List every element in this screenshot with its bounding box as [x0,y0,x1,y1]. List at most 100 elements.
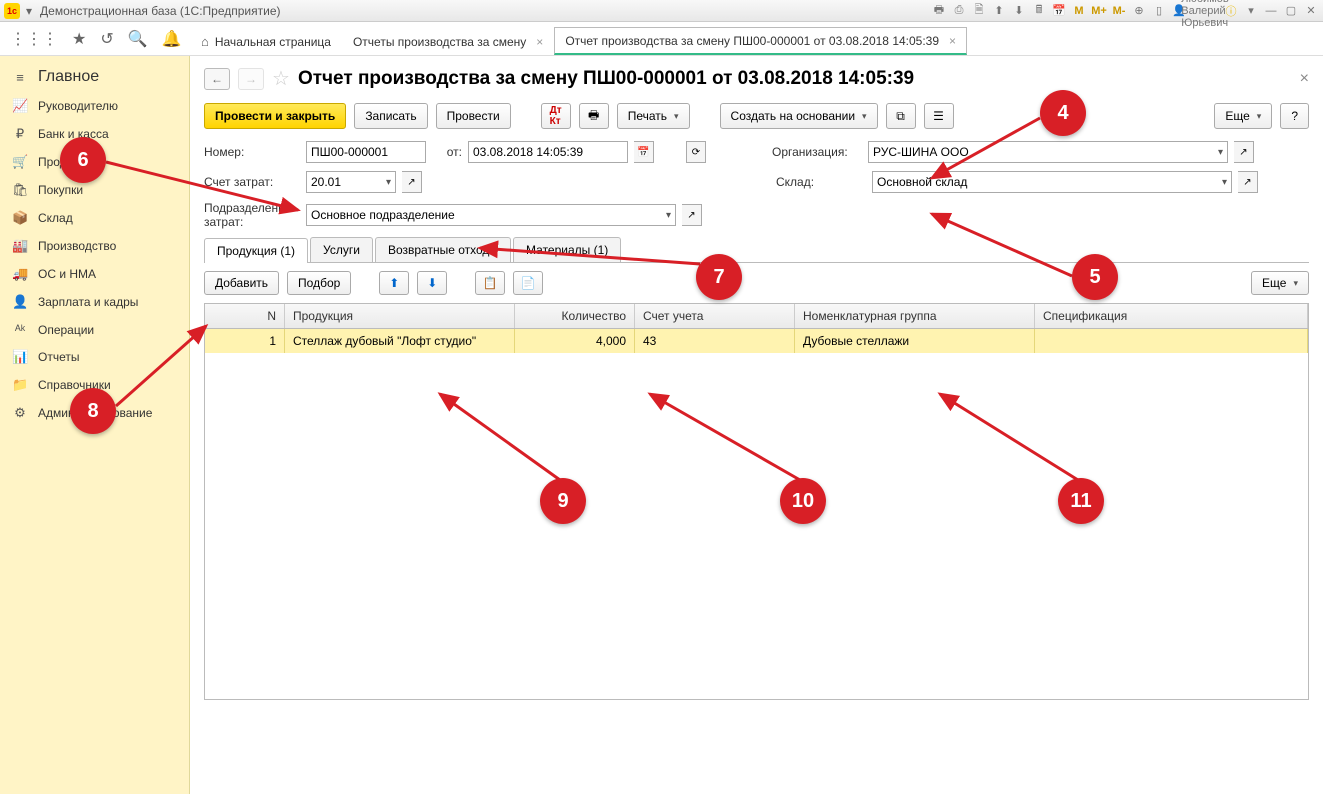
print-button[interactable]: Печать▾ [617,103,690,129]
sub-more-button[interactable]: Еще▾ [1251,271,1309,295]
annotation-4: 4 [1040,90,1086,136]
tab-products[interactable]: Продукция (1) [204,238,308,263]
print2-icon[interactable]: ⎙ [951,3,967,19]
add-button[interactable]: Добавить [204,271,279,295]
search-icon[interactable]: 🔍 [128,29,148,49]
tab-materials[interactable]: Материалы (1) [513,237,621,262]
th-n[interactable]: N [205,304,285,328]
worldup-icon[interactable]: ⬆ [991,3,1007,19]
fav-star-icon[interactable]: ☆ [272,66,290,91]
sidebar-buy[interactable]: 🛍Покупки [0,176,189,204]
th-spec[interactable]: Спецификация [1035,304,1308,328]
date-field[interactable]: 03.08.2018 14:05:39 [468,141,628,163]
worlddn-icon[interactable]: ⬇ [1011,3,1027,19]
minimize-button[interactable]: — [1263,3,1279,19]
td-acc: 43 [635,329,795,353]
nav-stock-label: Склад [38,211,73,225]
tree-button[interactable]: ⧉ [886,103,916,129]
bell-icon[interactable]: 🔔 [162,29,182,49]
pick-label: Подбор [298,276,340,290]
tab-home[interactable]: ⌂ Начальная страница [190,27,342,55]
form-row-2: Счет затрат: 20.01 ↗ Склад: Основной скл… [204,171,1309,193]
create-based-button[interactable]: Создать на основании▾ [720,103,878,129]
sidebar-burger[interactable]: ≡Главное [0,62,189,92]
zoom-icon[interactable]: ⊕ [1131,3,1147,19]
dtkt-button[interactable]: ДтКт [541,103,571,129]
table-row[interactable]: 1 Стеллаж дубовый "Лофт студио" 4,000 43… [205,329,1308,353]
list-button[interactable]: ☰ [924,103,954,129]
doc-icon[interactable]: 🗎 [971,3,987,19]
back-button[interactable]: ← [204,68,230,90]
org-open-button[interactable]: ↗ [1234,141,1254,163]
maximize-button[interactable]: ▢ [1283,3,1299,19]
apps-icon[interactable]: ⋮⋮⋮ [10,29,58,49]
tab-services[interactable]: Услуги [310,237,373,262]
person-icon: 👤 [12,294,28,310]
fwd-button[interactable]: → [238,68,264,90]
more-button[interactable]: Еще▾ [1214,103,1272,129]
print-icon-button[interactable]: 🖶 [579,103,609,129]
chart-icon: 📈 [12,98,28,114]
th-acc[interactable]: Счет учета [635,304,795,328]
star-icon[interactable]: ★ [72,29,86,49]
nav-rep-label: Отчеты [38,350,79,364]
org-field[interactable]: РУС-ШИНА ООО [868,141,1228,163]
book-icon[interactable]: ▯ [1151,3,1167,19]
tab-waste-label: Возвратные отходы [388,243,498,257]
num-field[interactable]: ПШ00-000001 [306,141,426,163]
th-qty[interactable]: Количество [515,304,635,328]
info-dd-icon[interactable]: ▾ [1243,3,1259,19]
wh-open-button[interactable]: ↗ [1238,171,1258,193]
m-icon[interactable]: M [1071,3,1087,19]
calendar-icon[interactable]: 📅 [1051,3,1067,19]
num-value: ПШ00-000001 [311,145,388,159]
tab-reports[interactable]: Отчеты производства за смену × [342,27,554,55]
acc-open-button[interactable]: ↗ [402,171,422,193]
calc-icon[interactable]: 🖩 [1031,3,1047,19]
sidebar-manager[interactable]: 📈Руководителю [0,92,189,120]
post-close-button[interactable]: Провести и закрыть [204,103,346,129]
sidebar-os[interactable]: 🚚ОС и НМА [0,260,189,288]
sidebar-reports[interactable]: 📊Отчеты [0,343,189,371]
th-prod[interactable]: Продукция [285,304,515,328]
tab-waste[interactable]: Возвратные отходы [375,237,511,262]
close-icon[interactable]: × [536,35,543,49]
info-icon[interactable]: ⓘ [1223,3,1239,19]
mminus-icon[interactable]: M- [1111,3,1127,19]
help-button[interactable]: ? [1280,103,1309,129]
sidebar-stock[interactable]: 📦 Склад [0,204,189,232]
up-button[interactable]: ⬆ [379,271,409,295]
folder-icon: 📁 [12,377,28,393]
dept-open-button[interactable]: ↗ [682,204,702,226]
user-name[interactable]: Любимов Валерий Юрьевич [1197,3,1213,19]
mplus-icon[interactable]: M+ [1091,3,1107,19]
sidebar-hr[interactable]: 👤Зарплата и кадры [0,288,189,316]
close-icon[interactable]: × [949,34,956,48]
copy-button[interactable]: 📋 [475,271,505,295]
write-button[interactable]: Записать [354,103,427,129]
tab-products-label: Продукция (1) [217,244,295,258]
close-button[interactable]: ✕ [1303,3,1319,19]
calendar-button[interactable]: 📅 [634,141,654,163]
nav-main-label: Главное [38,68,99,86]
paste-button[interactable]: 📄 [513,271,543,295]
tab-report-doc[interactable]: Отчет производства за смену ПШ00-000001 … [554,27,967,55]
box-icon: 📦 [12,210,28,226]
pick-button[interactable]: Подбор [287,271,351,295]
sidebar-ops[interactable]: ᴬᵏОперации [0,316,189,343]
nav-ops-label: Операции [38,323,94,337]
th-grp[interactable]: Номенклатурная группа [795,304,1035,328]
dropdown-icon[interactable]: ▾ [26,4,32,18]
wh-field[interactable]: Основной склад [872,171,1232,193]
sidebar-prod[interactable]: 🏭Производство [0,232,189,260]
refresh-button[interactable]: ⟳ [686,141,706,163]
dept-field[interactable]: Основное подразделение [306,204,676,226]
acc-label: Счет затрат: [204,175,300,189]
annotation-7: 7 [696,254,742,300]
history-icon[interactable]: ↺ [100,29,113,49]
page-close-button[interactable]: × [1300,70,1309,88]
print-icon[interactable]: 🖶 [931,3,947,19]
acc-field[interactable]: 20.01 [306,171,396,193]
post-button[interactable]: Провести [436,103,511,129]
down-button[interactable]: ⬇ [417,271,447,295]
